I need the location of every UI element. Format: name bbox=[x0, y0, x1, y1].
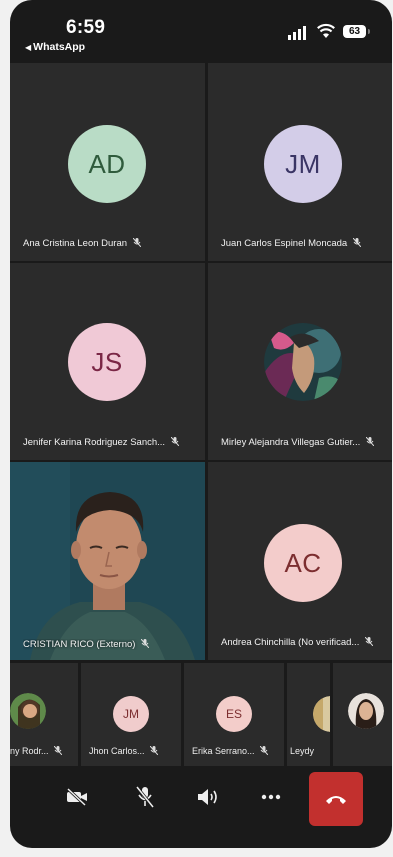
participant-avatar: JS bbox=[68, 323, 146, 401]
status-bar: 6:59 ◀ WhatsApp 63 bbox=[10, 0, 392, 60]
more-icon bbox=[261, 794, 281, 800]
participant-tile[interactable]: JM Juan Carlos Espinel Moncada bbox=[208, 63, 392, 261]
participant-avatar: ES bbox=[216, 696, 252, 732]
muted-mic-icon bbox=[364, 637, 373, 646]
end-call-icon bbox=[326, 796, 346, 804]
muted-mic-icon bbox=[352, 238, 361, 247]
strip-participant-name: Jhon Carlos... bbox=[89, 746, 179, 756]
participant-name: CRISTIAN RICO (Externo) bbox=[23, 639, 197, 650]
teams-call-screen: 6:59 ◀ WhatsApp 63 AD Ana Cristina Leon D… bbox=[10, 0, 392, 848]
participant-name: Ana Cristina Leon Duran bbox=[23, 238, 197, 249]
back-to-whatsapp-link[interactable]: ◀ WhatsApp bbox=[25, 41, 85, 53]
profile-photo-avatar bbox=[10, 693, 46, 729]
cellular-signal-icon bbox=[288, 26, 306, 40]
strip-participant[interactable]: JM Jhon Carlos... bbox=[81, 663, 181, 766]
battery-icon: 63 bbox=[343, 25, 370, 38]
participant-avatar: JM bbox=[264, 125, 342, 203]
speaker-button[interactable] bbox=[193, 770, 223, 824]
participant-tile[interactable]: AC Andrea Chinchilla (No verificad... bbox=[208, 462, 392, 660]
strip-participant[interactable]: ny Rodr... bbox=[10, 663, 78, 766]
profile-photo-avatar bbox=[348, 693, 384, 729]
participant-tile[interactable]: Mirley Alejandra Villegas Gutier... bbox=[208, 263, 392, 460]
participant-avatar: AD bbox=[68, 125, 146, 203]
participant-tile[interactable]: AD Ana Cristina Leon Duran bbox=[10, 63, 205, 261]
muted-mic-icon bbox=[141, 639, 150, 648]
strip-participant[interactable]: Leydy bbox=[287, 663, 330, 766]
strip-participant[interactable] bbox=[333, 663, 392, 766]
status-time: 6:59 bbox=[66, 17, 106, 38]
muted-mic-icon bbox=[54, 746, 63, 755]
strip-participant-name: Erika Serrano... bbox=[192, 746, 282, 756]
muted-mic-icon bbox=[170, 437, 179, 446]
participant-name: Andrea Chinchilla (No verificad... bbox=[221, 637, 384, 648]
microphone-toggle-button[interactable] bbox=[130, 770, 160, 824]
participant-video-feed bbox=[10, 462, 205, 660]
participant-video-tile[interactable]: CRISTIAN RICO (Externo) bbox=[10, 462, 205, 660]
back-arrow-icon: ◀ bbox=[25, 43, 32, 52]
strip-participant-name: Leydy bbox=[290, 746, 315, 756]
back-label: WhatsApp bbox=[33, 41, 86, 53]
participant-avatar: JM bbox=[113, 696, 149, 732]
camera-toggle-button[interactable] bbox=[62, 770, 92, 824]
profile-photo-avatar bbox=[264, 323, 342, 401]
profile-photo-avatar bbox=[313, 696, 330, 732]
more-options-button[interactable] bbox=[256, 770, 286, 824]
muted-mic-icon bbox=[260, 746, 269, 755]
strip-participant-name: ny Rodr... bbox=[10, 746, 76, 756]
muted-mic-icon bbox=[132, 238, 141, 247]
speaker-icon bbox=[198, 789, 217, 805]
camera-off-icon bbox=[66, 788, 87, 806]
participant-name: Mirley Alejandra Villegas Gutier... bbox=[221, 437, 384, 448]
participant-name: Juan Carlos Espinel Moncada bbox=[221, 238, 384, 249]
participant-name: Jenifer Karina Rodriguez Sanch... bbox=[23, 437, 197, 448]
muted-mic-icon bbox=[365, 437, 374, 446]
wifi-icon bbox=[317, 23, 335, 38]
participant-avatar: AC bbox=[264, 524, 342, 602]
end-call-button[interactable] bbox=[309, 772, 363, 826]
muted-mic-icon bbox=[150, 746, 159, 755]
participant-tile[interactable]: JS Jenifer Karina Rodriguez Sanch... bbox=[10, 263, 205, 460]
strip-participant[interactable]: ES Erika Serrano... bbox=[184, 663, 284, 766]
mic-off-icon bbox=[136, 786, 154, 808]
